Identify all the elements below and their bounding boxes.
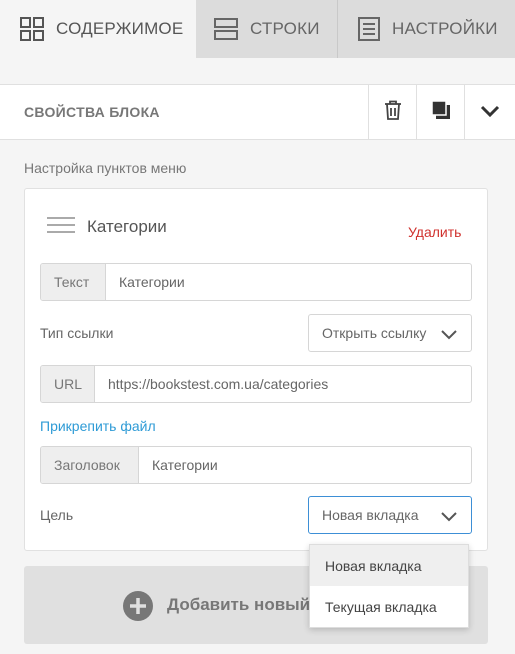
heading-input-group: Заголовок Категории — [40, 446, 472, 484]
text-addon: Текст — [41, 264, 106, 300]
chevron-down-icon — [441, 327, 457, 343]
block-properties-header: Свойства блока — [0, 84, 515, 140]
menu-item-card: Категории Удалить Текст Категории Тип сс… — [24, 188, 488, 551]
text-input[interactable]: Категории — [106, 264, 471, 300]
url-input-group: URL https://bookstest.com.ua/categories — [40, 365, 472, 403]
target-value: Новая вкладка — [322, 507, 419, 523]
panel-title: Свойства блока — [24, 104, 160, 120]
add-new-label: Добавить новый — [167, 595, 311, 614]
heading-addon: Заголовок — [41, 447, 139, 483]
dropdown-option-current-tab[interactable]: Текущая вкладка — [310, 586, 468, 627]
drag-handle-icon[interactable] — [47, 216, 75, 239]
section-label: Настройка пунктов меню — [24, 160, 187, 176]
attach-file-link[interactable]: Прикрепить файл — [40, 418, 156, 434]
target-label: Цель — [40, 507, 74, 523]
url-input[interactable]: https://bookstest.com.ua/categories — [95, 366, 471, 402]
dropdown-option-new-tab[interactable]: Новая вкладка — [310, 545, 468, 586]
heading-input[interactable]: Категории — [139, 447, 471, 483]
target-select[interactable]: Новая вкладка — [308, 496, 472, 534]
settings-doc-icon — [358, 17, 380, 41]
tab-content[interactable]: Содержимое — [0, 0, 196, 58]
target-dropdown-menu: Новая вкладка Текущая вкладка — [309, 544, 469, 628]
chevron-down-icon — [441, 509, 457, 525]
menu-item-title: Категории — [87, 217, 167, 236]
tab-content-label: Содержимое — [56, 19, 184, 38]
copy-block-button[interactable] — [416, 85, 464, 140]
url-addon: URL — [41, 366, 95, 402]
grid-icon — [20, 17, 44, 41]
delete-block-button[interactable] — [368, 85, 416, 140]
rows-icon — [214, 18, 238, 40]
tab-settings-label: Настройки — [392, 19, 498, 38]
link-type-select[interactable]: Открыть ссылку — [308, 314, 472, 352]
collapse-button[interactable] — [464, 85, 515, 140]
tab-rows-label: Строки — [250, 19, 320, 38]
tab-rows[interactable]: Строки — [196, 0, 338, 58]
plus-circle-icon — [122, 590, 154, 627]
text-input-group: Текст Категории — [40, 263, 472, 301]
copy-icon — [430, 100, 451, 125]
tab-bar: Содержимое Строки Настройки — [0, 0, 515, 58]
tab-settings[interactable]: Настройки — [338, 0, 515, 58]
chevron-down-icon — [480, 104, 500, 122]
trash-icon — [384, 100, 402, 125]
link-type-value: Открыть ссылку — [322, 325, 427, 341]
link-type-label: Тип ссылки — [40, 325, 114, 341]
delete-item-link[interactable]: Удалить — [408, 224, 461, 240]
